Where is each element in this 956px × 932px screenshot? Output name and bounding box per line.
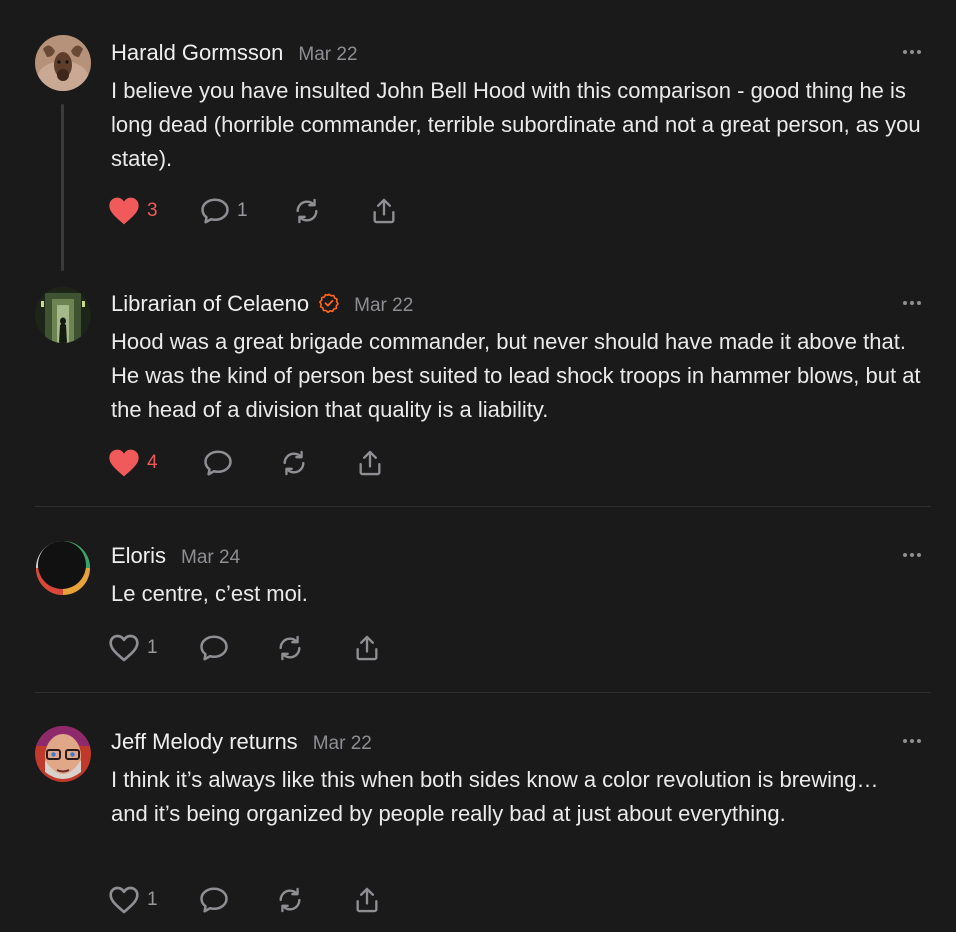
comment-date[interactable]: Mar 24 — [181, 547, 240, 569]
comment-text: I believe you have insulted John Bell Ho… — [111, 78, 921, 171]
share-icon — [356, 635, 378, 661]
share-button[interactable] — [370, 195, 398, 227]
share-icon — [356, 887, 378, 913]
share-icon — [359, 450, 381, 476]
restack-icon — [296, 198, 318, 224]
like-button[interactable]: 1 — [108, 632, 158, 664]
author-name[interactable]: Harald Gormsson — [111, 40, 283, 66]
author-name[interactable]: Eloris — [111, 543, 166, 569]
eclipse-avatar-icon — [35, 540, 91, 596]
share-icon — [373, 198, 395, 224]
share-button[interactable] — [353, 884, 381, 916]
heart-filled-icon — [109, 449, 139, 477]
like-count: 1 — [147, 637, 158, 658]
heart-filled-icon — [109, 197, 139, 225]
restack-button[interactable] — [275, 632, 305, 664]
share-button[interactable] — [353, 632, 381, 664]
heart-outline-icon — [109, 886, 139, 914]
bearded-man-avatar-icon — [35, 726, 91, 782]
comment-header: Librarian of Celaeno Mar 22 — [111, 291, 413, 317]
like-button[interactable]: 1 — [108, 884, 158, 916]
reply-button[interactable] — [199, 884, 229, 916]
corridor-figure-avatar-icon — [35, 287, 91, 343]
comment-header: Eloris Mar 24 — [111, 543, 240, 569]
thread-line — [61, 104, 64, 271]
comment-bubble-icon — [204, 450, 232, 476]
like-count: 3 — [147, 200, 158, 221]
reply-button[interactable]: 1 — [200, 195, 248, 227]
avatar[interactable] — [35, 35, 91, 91]
comment-bubble-icon — [201, 198, 229, 224]
comment-date[interactable]: Mar 22 — [298, 44, 357, 66]
heart-outline-icon — [109, 634, 139, 662]
comment-date[interactable]: Mar 22 — [354, 295, 413, 317]
restack-button[interactable] — [279, 447, 309, 479]
restack-button[interactable] — [275, 884, 305, 916]
verified-badge-icon — [319, 293, 340, 313]
avatar[interactable] — [35, 287, 91, 343]
like-button[interactable]: 3 — [108, 195, 158, 227]
comment-bubble-icon — [200, 887, 228, 913]
like-count: 4 — [147, 452, 158, 473]
restack-icon — [279, 887, 301, 913]
reply-button[interactable] — [199, 632, 229, 664]
more-options-icon[interactable] — [903, 47, 927, 57]
divider — [35, 692, 931, 693]
restack-icon — [279, 635, 301, 661]
comment-text: I think it’s always like this when both … — [111, 767, 879, 826]
comment-bubble-icon — [200, 635, 228, 661]
comment-date[interactable]: Mar 22 — [313, 733, 372, 755]
moose-avatar-icon — [35, 35, 91, 91]
comment-header: Jeff Melody returns Mar 22 — [111, 729, 372, 755]
restack-icon — [283, 450, 305, 476]
author-name[interactable]: Librarian of Celaeno — [111, 291, 309, 317]
reply-button[interactable] — [203, 447, 233, 479]
more-options-icon[interactable] — [903, 298, 927, 308]
divider — [35, 506, 931, 507]
more-options-icon[interactable] — [903, 736, 927, 746]
like-count: 1 — [147, 889, 158, 910]
like-button[interactable]: 4 — [108, 447, 158, 479]
reply-count: 1 — [237, 200, 248, 221]
share-button[interactable] — [356, 447, 384, 479]
avatar[interactable] — [35, 726, 91, 782]
restack-button[interactable] — [292, 195, 322, 227]
avatar[interactable] — [35, 540, 91, 596]
author-name[interactable]: Jeff Melody returns — [111, 729, 298, 755]
more-options-icon[interactable] — [903, 550, 927, 560]
comment-text: Hood was a great brigade commander, but … — [111, 329, 921, 422]
comment-header: Harald Gormsson Mar 22 — [111, 40, 358, 66]
comment-text: Le centre, c’est moi. — [111, 581, 308, 606]
